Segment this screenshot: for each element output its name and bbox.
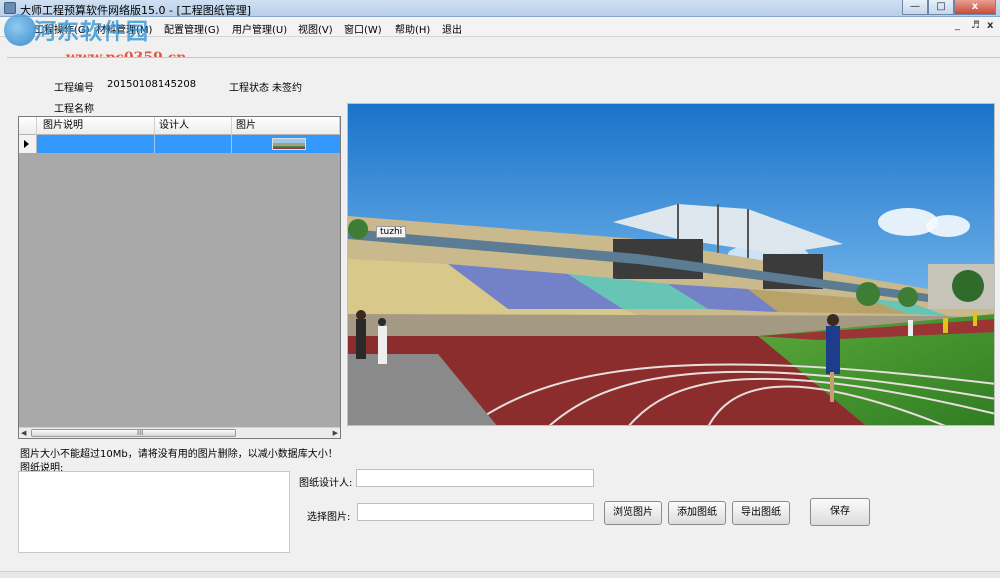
status-bar xyxy=(0,571,1000,578)
menu-window[interactable]: 窗口(W) xyxy=(344,21,382,36)
app-icon xyxy=(4,2,16,14)
menu-users[interactable]: 用户管理(U) xyxy=(232,21,287,36)
project-name-label: 工程名称 xyxy=(54,104,94,115)
column-header-description[interactable]: 图片说明 xyxy=(37,117,155,135)
minimize-button[interactable]: — xyxy=(902,0,928,15)
close-button[interactable]: x xyxy=(954,0,996,15)
maximize-button[interactable]: □ xyxy=(928,0,954,15)
mdi-close-button[interactable]: x xyxy=(987,20,993,31)
menu-materials[interactable]: 材料管理(M) xyxy=(96,21,152,36)
menu-help[interactable]: 帮助(H) xyxy=(395,21,430,36)
add-drawing-button[interactable]: 添加图纸 xyxy=(668,501,726,525)
horizontal-scrollbar[interactable]: ◀ III ▶ xyxy=(19,427,340,438)
menu-exit[interactable]: 退出 xyxy=(442,21,462,36)
column-header-designer[interactable]: 设计人 xyxy=(155,117,232,135)
cell-picture[interactable] xyxy=(232,135,340,153)
scroll-right-icon[interactable]: ▶ xyxy=(333,429,338,437)
project-id-label: 工程编号 xyxy=(54,83,94,94)
browse-picture-button[interactable]: 浏览图片 xyxy=(604,501,662,525)
column-header-picture[interactable]: 图片 xyxy=(232,117,340,135)
project-id-value: 20150108145208 xyxy=(107,79,197,90)
menu-bar: 工程操作(G) 材料管理(M) 配置管理(G) 用户管理(U) 视图(V) 窗口… xyxy=(0,17,1000,37)
cell-description[interactable] xyxy=(37,135,155,153)
cell-designer[interactable] xyxy=(155,135,232,153)
drawings-grid[interactable]: 图片说明 设计人 图片 ◀ III ▶ xyxy=(18,116,341,439)
picture-thumbnail xyxy=(272,138,306,150)
grid-header: 图片说明 设计人 图片 xyxy=(19,117,340,135)
row-pointer-icon xyxy=(24,140,29,148)
drawing-description-field[interactable] xyxy=(18,471,290,553)
mdi-minimize-button[interactable]: _ xyxy=(955,20,960,31)
menu-config[interactable]: 配置管理(G) xyxy=(164,21,220,36)
select-picture-label: 选择图片: xyxy=(307,512,351,523)
project-status-value: 未签约 xyxy=(272,83,302,94)
project-status-label: 工程状态 xyxy=(229,83,269,94)
export-drawing-button[interactable]: 导出图纸 xyxy=(732,501,790,525)
window-controls: — □ x xyxy=(902,0,996,15)
picture-caption: tuzhi xyxy=(376,226,407,238)
designer-label: 图纸设计人: xyxy=(299,478,353,489)
table-row[interactable] xyxy=(19,135,340,153)
drawing-preview-image: tuzhi xyxy=(347,103,995,426)
save-button[interactable]: 保存 xyxy=(810,498,870,526)
menu-view[interactable]: 视图(V) xyxy=(298,21,333,36)
row-selector[interactable] xyxy=(19,135,37,153)
select-picture-field[interactable] xyxy=(357,503,594,521)
scrollbar-grip: III xyxy=(137,429,144,437)
designer-field[interactable] xyxy=(356,469,594,487)
menu-project[interactable]: 工程操作(G) xyxy=(34,21,90,36)
scrollbar-thumb[interactable]: III xyxy=(31,429,236,437)
row-header-corner xyxy=(19,117,37,135)
title-bar: 大师工程预算软件网络版15.0 - [工程图纸管理] — □ x xyxy=(0,0,1000,17)
mdi-restore-button[interactable]: ♬ xyxy=(971,20,980,31)
stadium-rendering xyxy=(348,104,994,425)
scroll-left-icon[interactable]: ◀ xyxy=(21,429,26,437)
window-title: 大师工程预算软件网络版15.0 - [工程图纸管理] xyxy=(20,4,252,17)
size-notice: 图片大小不能超过10Mb，请将没有用的图片删除，以减小数据库大小！ xyxy=(20,449,338,460)
